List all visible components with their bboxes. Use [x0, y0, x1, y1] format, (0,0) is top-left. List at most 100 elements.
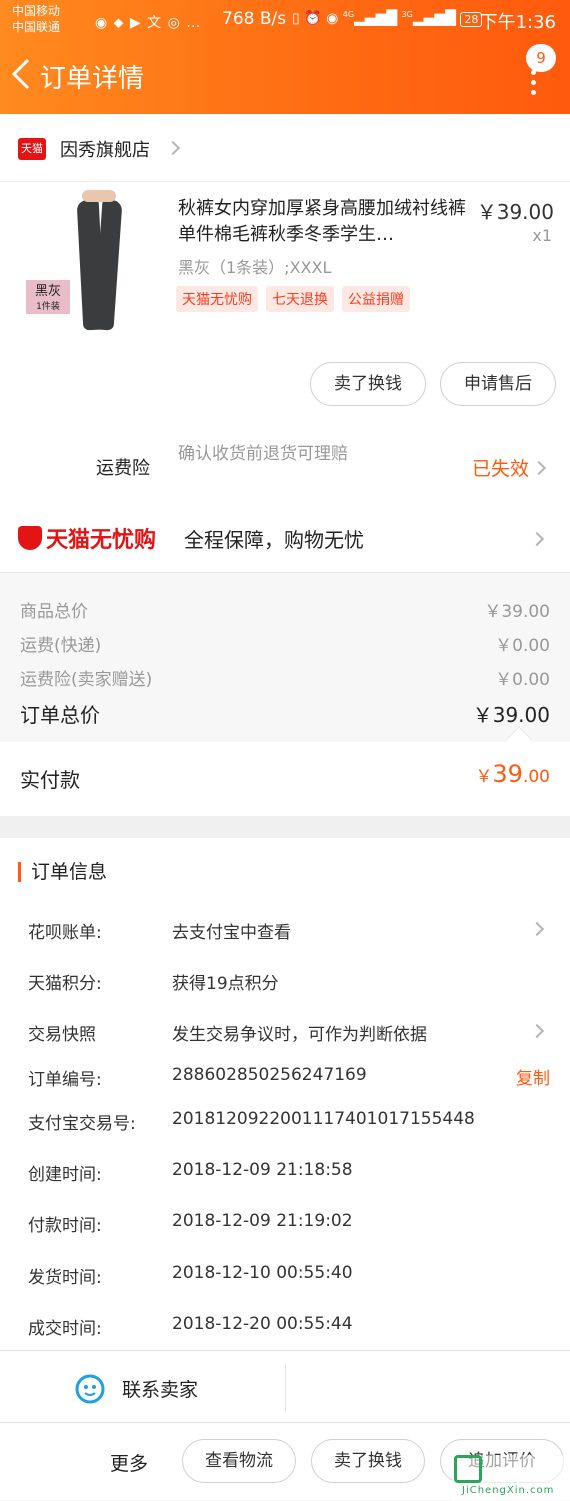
shipping-insurance-status[interactable]: 已失效	[472, 454, 529, 481]
watermark-text: JiChengXin.com	[462, 1485, 555, 1496]
bottom-action-bar: 更多 查看物流 卖了换钱 追加评价 JiChengXin.com	[0, 1422, 570, 1501]
summary-value: ￥39.00	[484, 602, 550, 622]
paid-dec: .00	[522, 767, 550, 787]
status-time: 下午1:36	[479, 12, 556, 33]
color-tag-label: 黑灰	[34, 284, 61, 299]
paid-int: 39	[492, 760, 523, 788]
color-tag: 黑灰 1件装	[26, 280, 70, 314]
info-value: 获得19点积分	[172, 974, 279, 994]
info-value: 发生交易争议时，可作为判断依据	[172, 1025, 427, 1045]
chat-bubble-icon[interactable]	[74, 1373, 106, 1405]
order-info-title: 订单信息	[18, 862, 107, 882]
alarm-icon: ⏰	[304, 10, 322, 27]
paid-label: 实付款	[20, 768, 80, 792]
app-header: 中国移动 中国联通 ◉ ⬥ ▶ 文 ◎ … 768 B/s ▯ ⏰ ◉ 4G▂▄…	[0, 0, 570, 114]
info-key: 成交时间:	[28, 1319, 102, 1339]
paid-amount: ￥39.00	[475, 760, 550, 788]
chip-charity: 公益捐赠	[342, 286, 410, 312]
copy-button[interactable]: 复制	[516, 1064, 550, 1089]
network-speed: 768 B/s	[222, 9, 287, 29]
chip-wuyou: 天猫无忧购	[176, 286, 258, 312]
info-key: 支付宝交易号:	[28, 1114, 136, 1134]
summary-label: 商品总价	[20, 602, 88, 622]
summary-row: 运费(快递) ￥0.00	[20, 631, 550, 656]
more-button[interactable]: 更多	[110, 1449, 148, 1476]
info-value: 2018-12-10 00:55:40	[172, 1263, 353, 1283]
summary-label: 运费险(卖家赠送)	[20, 670, 153, 690]
info-key: 发货时间:	[28, 1268, 102, 1288]
summary-row: 运费险(卖家赠送) ￥0.00	[20, 665, 550, 690]
price-summary: 商品总价 ￥39.00 运费(快递) ￥0.00 运费险(卖家赠送) ￥0.00 订单…	[0, 572, 570, 742]
tmall-logo-icon: 天猫	[18, 138, 46, 160]
sell-button-bottom[interactable]: 卖了换钱	[311, 1439, 425, 1483]
tmall-wuyou-brand[interactable]: 天猫无忧购	[18, 522, 156, 554]
wuyou-desc: 全程保障，购物无忧	[184, 528, 364, 552]
order-total-row: 订单总价 ￥39.00	[20, 699, 550, 728]
info-value: 2018120922001117401017155448	[172, 1109, 475, 1129]
summary-row: 商品总价 ￥39.00	[20, 597, 550, 622]
logistics-button[interactable]: 查看物流	[182, 1439, 296, 1483]
section-gap	[0, 816, 570, 838]
product-sku: 黑灰（1条装）;XXXL	[178, 258, 332, 277]
status-bar: 中国移动 中国联通 ◉ ⬥ ▶ 文 ◎ … 768 B/s ▯ ⏰ ◉ 4G▂▄…	[0, 0, 570, 40]
after-sale-button[interactable]: 申请售后	[440, 362, 556, 406]
shipping-insurance-label: 运费险	[96, 458, 150, 479]
chevron-right-icon	[165, 140, 181, 156]
summary-label: 运费(快递)	[20, 636, 102, 656]
info-key: 花呗账单:	[28, 923, 102, 943]
summary-value: ￥0.00	[495, 670, 550, 690]
product-title[interactable]: 秋裤女内穿加厚紧身高腰加绒衬线裤单件棉毛裤秋季冬季学生…	[178, 196, 470, 248]
product-image[interactable]: 黑灰 1件装	[22, 190, 132, 338]
info-value: 2018-12-20 00:55:44	[172, 1314, 353, 1334]
eye-icon: ◉	[326, 10, 339, 27]
wuyou-shield-icon	[18, 526, 42, 550]
notification-icons: ◉ ⬥ ▶ 文 ◎ …	[95, 15, 202, 31]
back-arrow-icon[interactable]	[10, 58, 32, 90]
product-card: 黑灰 1件装 秋裤女内穿加厚紧身高腰加绒衬线裤单件棉毛裤秋季冬季学生… ￥39.…	[0, 182, 570, 572]
system-icons: ▯ ⏰ ◉ 4G▂▄▆█ 3G▂▄▆█ 28	[292, 10, 483, 27]
chevron-right-icon	[529, 531, 545, 547]
info-key: 天猫积分:	[28, 974, 102, 994]
paid-currency: ￥	[475, 767, 493, 787]
order-total-value: ￥39.00	[472, 703, 550, 727]
sell-button[interactable]: 卖了换钱	[310, 362, 426, 406]
chevron-right-icon	[531, 460, 547, 476]
info-value: 2018-12-09 21:19:02	[172, 1211, 353, 1231]
contact-bar: 联系卖家	[0, 1350, 570, 1422]
divider	[285, 1365, 286, 1411]
summary-value: ￥0.00	[495, 636, 550, 656]
page-title: 订单详情	[40, 64, 145, 94]
info-value: 2018-12-09 21:18:58	[172, 1160, 353, 1180]
chevron-right-icon	[529, 921, 545, 937]
message-badge: 9	[526, 44, 556, 72]
carrier-info: 中国移动 中国联通	[12, 3, 60, 35]
paid-row: 实付款 ￥39.00	[0, 726, 570, 816]
carrier-1: 中国移动	[12, 4, 61, 18]
shop-name: 因秀旗舰店	[60, 140, 150, 161]
order-total-label: 订单总价	[20, 703, 100, 727]
contact-seller-button[interactable]: 联系卖家	[122, 1375, 198, 1402]
waist-skin	[82, 190, 116, 202]
shop-row[interactable]: 天猫 因秀旗舰店	[0, 114, 570, 182]
product-qty: x1	[532, 226, 552, 245]
product-price: ￥39.00	[476, 200, 554, 224]
color-tag-sub: 1件装	[36, 302, 60, 312]
vibrate-icon: ▯	[292, 10, 300, 27]
info-key: 付款时间:	[28, 1216, 102, 1236]
info-value: 288602850256247169	[172, 1065, 367, 1085]
shipping-insurance-desc: 确认收货前退货可理赔	[178, 444, 348, 464]
order-info: 订单信息 花呗账单: 去支付宝中查看 天猫积分: 获得19点积分 交易快照 发生交易争…	[0, 838, 570, 1350]
info-key: 订单编号:	[28, 1070, 102, 1090]
info-value: 去支付宝中查看	[172, 923, 291, 943]
service-chips: 天猫无忧购 七天退换 公益捐赠	[176, 286, 418, 312]
watermark-logo-icon	[454, 1455, 482, 1483]
info-key: 交易快照	[28, 1025, 96, 1045]
carrier-2: 中国联通	[12, 20, 61, 34]
info-key: 创建时间:	[28, 1165, 102, 1185]
signal-1-type: 4G	[342, 10, 355, 19]
chip-7day-return: 七天退换	[266, 286, 334, 312]
signal-icon-2: ▂▄▆█	[412, 10, 456, 27]
wuyou-brand-text: 天猫无忧购	[46, 528, 157, 553]
watermark: JiChengXin.com	[452, 1455, 570, 1501]
signal-icon: ▂▄▆█	[354, 10, 398, 27]
